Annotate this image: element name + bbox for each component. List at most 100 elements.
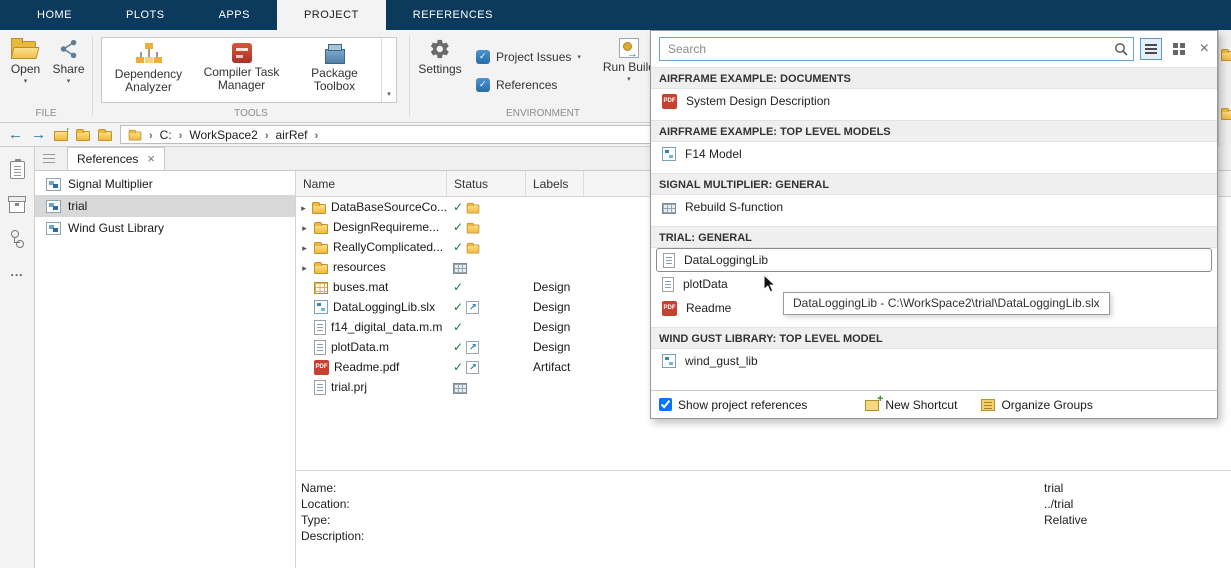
mouse-cursor: [763, 274, 777, 294]
shortcut-item-system-design-description[interactable]: System Design Description: [651, 89, 1217, 113]
section-label-tools: TOOLS: [93, 108, 409, 119]
references-button[interactable]: References: [472, 74, 585, 96]
dependency-analyzer-label: Dependency Analyzer: [106, 68, 192, 94]
settings-button-label: Settings: [418, 62, 461, 76]
expand-arrow-icon[interactable]: [300, 200, 307, 214]
branch-icon[interactable]: [10, 230, 24, 248]
run-build-icon: [619, 38, 639, 58]
shortcut-item-label: Rebuild S-function: [685, 200, 783, 214]
organize-groups-button[interactable]: Organize Groups: [981, 398, 1092, 412]
status-checked-icon: [453, 320, 463, 334]
grid-view-button[interactable]: [1168, 38, 1190, 60]
expand-arrow-icon[interactable]: [300, 220, 309, 234]
status-checked-icon: [453, 200, 463, 214]
doc-tab-references[interactable]: References: [67, 147, 165, 170]
column-header-labels[interactable]: Labels: [526, 171, 584, 196]
tab-references[interactable]: REFERENCES: [386, 0, 520, 30]
tab-home[interactable]: HOME: [10, 0, 99, 30]
column-header-name[interactable]: Name: [296, 171, 447, 196]
box-icon[interactable]: [9, 200, 25, 213]
close-popup-icon[interactable]: [1200, 40, 1209, 58]
tab-project[interactable]: PROJECT: [277, 0, 386, 30]
tab-apps[interactable]: APPS: [192, 0, 277, 30]
shortcut-item-rebuild-s-function[interactable]: Rebuild S-function: [651, 195, 1217, 219]
grid-view-icon: [1173, 43, 1185, 55]
file-name: f14_digital_data.m.m: [331, 320, 442, 334]
ellipsis-icon[interactable]: [10, 265, 23, 279]
tab-label: PROJECT: [304, 9, 359, 21]
breadcrumb-root[interactable]: C:: [160, 128, 172, 142]
clipped-folder-icon: [1221, 51, 1231, 61]
tab-plots[interactable]: PLOTS: [99, 0, 192, 30]
expand-arrow-icon[interactable]: [300, 240, 309, 254]
back-arrow-icon[interactable]: [8, 127, 23, 142]
checkbox-input[interactable]: [659, 398, 672, 411]
new-shortcut-button[interactable]: New Shortcut: [865, 398, 957, 412]
detail-field-value: Relative: [1044, 513, 1087, 529]
folder-icon: [314, 264, 328, 274]
search-input[interactable]: [659, 37, 1134, 61]
package-toolbox-button[interactable]: Package Toolbox: [288, 38, 381, 102]
detail-field-value: trial: [1044, 481, 1063, 497]
document-icon: [314, 320, 326, 335]
new-folder-icon[interactable]: [98, 131, 112, 141]
browse-folder-icon[interactable]: [76, 131, 90, 141]
shortcut-item-label: wind_gust_lib: [685, 354, 758, 368]
shortcut-item-f14-model[interactable]: F14 Model: [651, 142, 1217, 166]
detail-field-value: ../trial: [1044, 497, 1073, 513]
gallery-expand-button[interactable]: ▾: [381, 38, 396, 102]
organize-groups-icon: [981, 399, 995, 411]
tree-item-signal-multiplier[interactable]: Signal Multiplier: [35, 173, 295, 195]
status-checked-icon: [453, 280, 463, 294]
references-icon: [476, 78, 490, 92]
new-shortcut-icon: [865, 400, 879, 411]
show-project-references-checkbox[interactable]: Show project references: [659, 398, 807, 412]
tree-item-trial[interactable]: trial: [35, 195, 295, 217]
breadcrumb-segment[interactable]: airRef: [276, 128, 308, 142]
shortcut-item-label: plotData: [683, 277, 728, 291]
file-name: resources: [333, 260, 386, 274]
file-name: DataLoggingLib.slx: [333, 300, 435, 314]
clipboard-icon[interactable]: [10, 161, 25, 179]
shortcut-item-wind-gust-lib[interactable]: wind_gust_lib: [651, 349, 1217, 373]
shortcut-item-label: System Design Description: [686, 94, 830, 108]
compiler-task-manager-button[interactable]: Compiler Task Manager: [195, 38, 288, 102]
close-tab-icon[interactable]: [147, 152, 155, 166]
open-button-label: Open: [11, 62, 40, 76]
share-button-label: Share: [52, 62, 84, 76]
project-reference-icon: [46, 222, 61, 235]
breadcrumb-segment[interactable]: WorkSpace2: [189, 128, 257, 142]
chevron-down-icon: ▾: [627, 76, 631, 83]
shortcut-item-datalogginglib[interactable]: DataLoggingLib: [656, 248, 1212, 272]
share-icon: [57, 38, 81, 60]
shortcut-item-label: DataLoggingLib: [684, 253, 768, 267]
column-header-status[interactable]: Status: [447, 171, 526, 196]
chevron-down-icon: ▾: [387, 91, 391, 98]
status-shortcut-icon: [466, 301, 479, 314]
list-view-button[interactable]: [1140, 38, 1162, 60]
list-view-icon: [1145, 44, 1157, 54]
status-folder-icon: [467, 204, 480, 213]
file-name: DataBaseSourceCo...: [331, 200, 447, 214]
status-checked-icon: [453, 240, 463, 254]
forward-arrow-icon[interactable]: [31, 127, 46, 142]
clipped-folder-icon: [1221, 110, 1231, 120]
checkbox-label: Show project references: [678, 398, 807, 412]
file-name: trial.prj: [331, 380, 367, 394]
panel-menu-icon[interactable]: [43, 154, 55, 163]
breadcrumb-chevron-icon: [149, 128, 153, 142]
folder-icon: [312, 204, 326, 214]
file-label: Design: [526, 280, 584, 294]
file-name: ReallyComplicated...: [333, 240, 443, 254]
project-issues-button[interactable]: Project Issues ▾: [472, 46, 585, 68]
package-toolbox-label: Package Toolbox: [292, 67, 378, 93]
detail-field-label: Name:: [296, 481, 1044, 497]
dependency-analyzer-button[interactable]: Dependency Analyzer: [102, 38, 195, 102]
tree-item-label: trial: [68, 199, 87, 213]
up-one-level-icon[interactable]: [54, 131, 68, 141]
tab-label: APPS: [219, 9, 250, 21]
tree-item-wind-gust-library[interactable]: Wind Gust Library: [35, 217, 295, 239]
expand-arrow-icon[interactable]: [300, 260, 309, 274]
file-label: Design: [526, 340, 584, 354]
search-box[interactable]: [659, 37, 1134, 61]
